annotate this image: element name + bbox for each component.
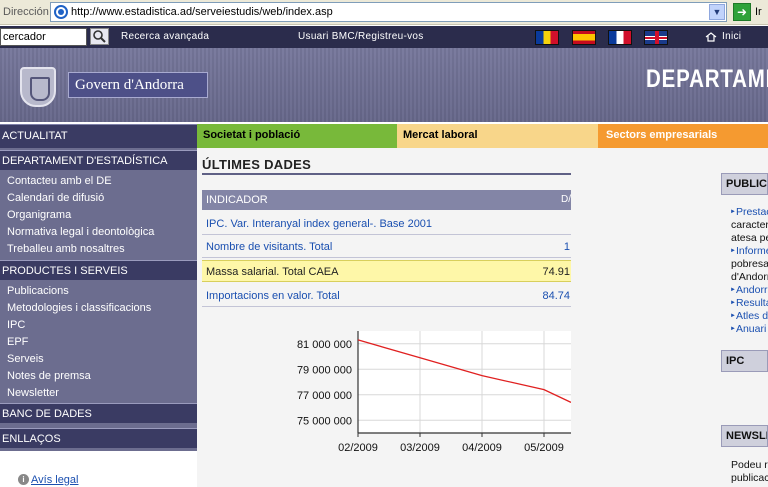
table-header-dades: D/ xyxy=(561,194,571,205)
ipc-heading[interactable]: IPC xyxy=(721,350,768,372)
tab-bar: ACTUALITAT Societat i població Mercat la… xyxy=(0,124,768,148)
avis-legal-link[interactable]: Avís legal xyxy=(31,474,79,486)
table-header-indicador: INDICADOR xyxy=(206,194,268,206)
row-value: 74.91 xyxy=(542,266,570,278)
sidebar-item-organigrama[interactable]: Organigrama xyxy=(7,209,71,221)
address-dropdown-icon[interactable]: ▼ xyxy=(709,4,725,20)
tab-mercat-laboral[interactable]: Mercat laboral xyxy=(397,124,598,148)
address-bar: Dirección http://www.estadistica.ad/serv… xyxy=(0,0,768,25)
andorra-flag-icon[interactable] xyxy=(535,30,559,45)
row-label[interactable]: Massa salarial. Total CAEA xyxy=(206,261,338,283)
sidebar-heading-banc-dades[interactable]: BANC DE DADES xyxy=(0,403,197,423)
page-title: ÚLTIMES DADES xyxy=(202,157,312,172)
chart-y-tick-label: 75 000 000 xyxy=(297,415,352,427)
row-value: 84.74 xyxy=(542,290,570,302)
search-icon xyxy=(93,30,106,43)
address-label: Dirección xyxy=(3,6,49,18)
govern-logo[interactable]: Govern d'Andorra xyxy=(68,72,208,98)
sidebar-item-contacteu[interactable]: Contacteu amb el DE xyxy=(7,175,112,187)
sidebar-item-calendari[interactable]: Calendari de difusió xyxy=(7,192,104,204)
chart-plot-area xyxy=(358,331,571,433)
right-link[interactable]: Resultats xyxy=(730,297,768,309)
ie-page-icon xyxy=(54,5,68,19)
andorra-crest-icon[interactable] xyxy=(20,67,56,107)
table-row[interactable]: Importacions en valor. Total 84.74 xyxy=(202,285,571,307)
right-link[interactable]: Andorra xyxy=(730,284,768,296)
table-row-highlighted[interactable]: Massa salarial. Total CAEA 74.91 xyxy=(202,260,571,282)
row-label[interactable]: IPC. Var. Interanyal index general-. Bas… xyxy=(206,213,432,235)
advanced-search-link[interactable]: Recerca avançada xyxy=(121,31,209,42)
chart-y-tick-label: 77 000 000 xyxy=(297,390,352,402)
chart-y-tick-label: 81 000 000 xyxy=(297,339,352,351)
address-field[interactable]: http://www.estadistica.ad/serveiestudis/… xyxy=(50,2,727,22)
sidebar-footer xyxy=(0,451,197,487)
info-icon: i xyxy=(18,474,29,485)
address-url[interactable]: http://www.estadistica.ad/serveiestudis/… xyxy=(71,6,333,18)
right-link[interactable]: Anuari xyxy=(730,323,768,335)
newsletter-heading[interactable]: NEWSLETTER xyxy=(721,425,768,447)
right-link-cont[interactable]: atesa per xyxy=(731,232,768,244)
right-link-cont[interactable]: d'Andorra xyxy=(731,271,768,283)
right-link[interactable]: Prestacions xyxy=(730,206,768,218)
right-link-cont[interactable]: pobresa xyxy=(731,258,768,270)
uk-flag-icon[interactable] xyxy=(644,30,668,45)
title-rule xyxy=(202,173,571,175)
newsletter-text: Podeu rebre xyxy=(731,459,768,471)
tab-societat[interactable]: Societat i població xyxy=(197,124,397,148)
sidebar-item-newsletter[interactable]: Newsletter xyxy=(7,387,59,399)
sidebar-item-publicacions[interactable]: Publicacions xyxy=(7,285,69,297)
department-title: DEPARTAME xyxy=(646,65,768,93)
sidebar-heading-productes[interactable]: PRODUCTES I SERVEIS xyxy=(0,260,197,280)
row-label[interactable]: Importacions en valor. Total xyxy=(206,285,340,307)
chart-x-tick-label: 05/2009 xyxy=(524,442,564,454)
right-link[interactable]: Atles de xyxy=(730,310,768,322)
row-value: 1 xyxy=(563,241,570,253)
tab-sectors-empresarials[interactable]: Sectors empresarials xyxy=(598,124,768,148)
chart-x-tick-label: 04/2009 xyxy=(462,442,502,454)
publicacions-heading[interactable]: PUBLICACIONS xyxy=(721,173,768,195)
line-chart: 81 000 000 79 000 000 77 000 000 75 000 000… xyxy=(297,331,571,454)
chart-x-tick-label: 02/2009 xyxy=(338,442,378,454)
table-row[interactable]: Nombre de visitants. Total 1 xyxy=(202,236,571,258)
sidebar: DEPARTAMENT D'ESTADÍSTICA Contacteu amb … xyxy=(0,148,197,487)
tab-actualitat[interactable]: ACTUALITAT xyxy=(0,124,197,148)
user-register-link[interactable]: Usuari BMC/Registreu-vos xyxy=(298,31,424,42)
sidebar-heading-enllacos[interactable]: ENLLAÇOS xyxy=(0,428,197,448)
sidebar-item-normativa[interactable]: Normativa legal i deontològica xyxy=(7,226,154,238)
sidebar-item-treballeu[interactable]: Treballeu amb nosaltres xyxy=(7,243,125,255)
table-header: INDICADOR D/ xyxy=(202,190,571,210)
sidebar-item-metodologies[interactable]: Metodologies i classificacions xyxy=(7,302,151,314)
right-link[interactable]: Informe xyxy=(730,245,768,257)
sidebar-item-notes-premsa[interactable]: Notes de premsa xyxy=(7,370,91,382)
go-arrow-icon[interactable]: ➜ xyxy=(733,3,751,21)
sidebar-heading-departament[interactable]: DEPARTAMENT D'ESTADÍSTICA xyxy=(0,150,197,170)
search-input[interactable] xyxy=(0,28,87,46)
sidebar-item-epf[interactable]: EPF xyxy=(7,336,28,348)
table-row[interactable]: IPC. Var. Interanyal index general-. Bas… xyxy=(202,213,571,235)
home-link[interactable]: Inici xyxy=(722,31,741,42)
newsletter-text: publicacions xyxy=(731,472,768,484)
uk-flag-cross xyxy=(645,37,667,39)
spain-flag-icon[interactable] xyxy=(572,30,596,45)
sidebar-item-ipc[interactable]: IPC xyxy=(7,319,25,331)
row-label[interactable]: Nombre de visitants. Total xyxy=(206,236,332,258)
sidebar-item-serveis[interactable]: Serveis xyxy=(7,353,44,365)
header-banner: Govern d'Andorra DEPARTAME xyxy=(0,48,768,122)
search-button[interactable] xyxy=(90,28,109,45)
france-flag-icon[interactable] xyxy=(608,30,632,45)
chart-y-tick-label: 79 000 000 xyxy=(297,364,352,376)
right-link-cont[interactable]: característiques xyxy=(731,219,768,231)
chart-x-tick-label: 03/2009 xyxy=(400,442,440,454)
site-toolbar: Recerca avançada Usuari BMC/Registreu-vo… xyxy=(0,26,768,48)
go-button[interactable]: Ir xyxy=(755,6,762,18)
home-icon[interactable] xyxy=(705,32,717,42)
